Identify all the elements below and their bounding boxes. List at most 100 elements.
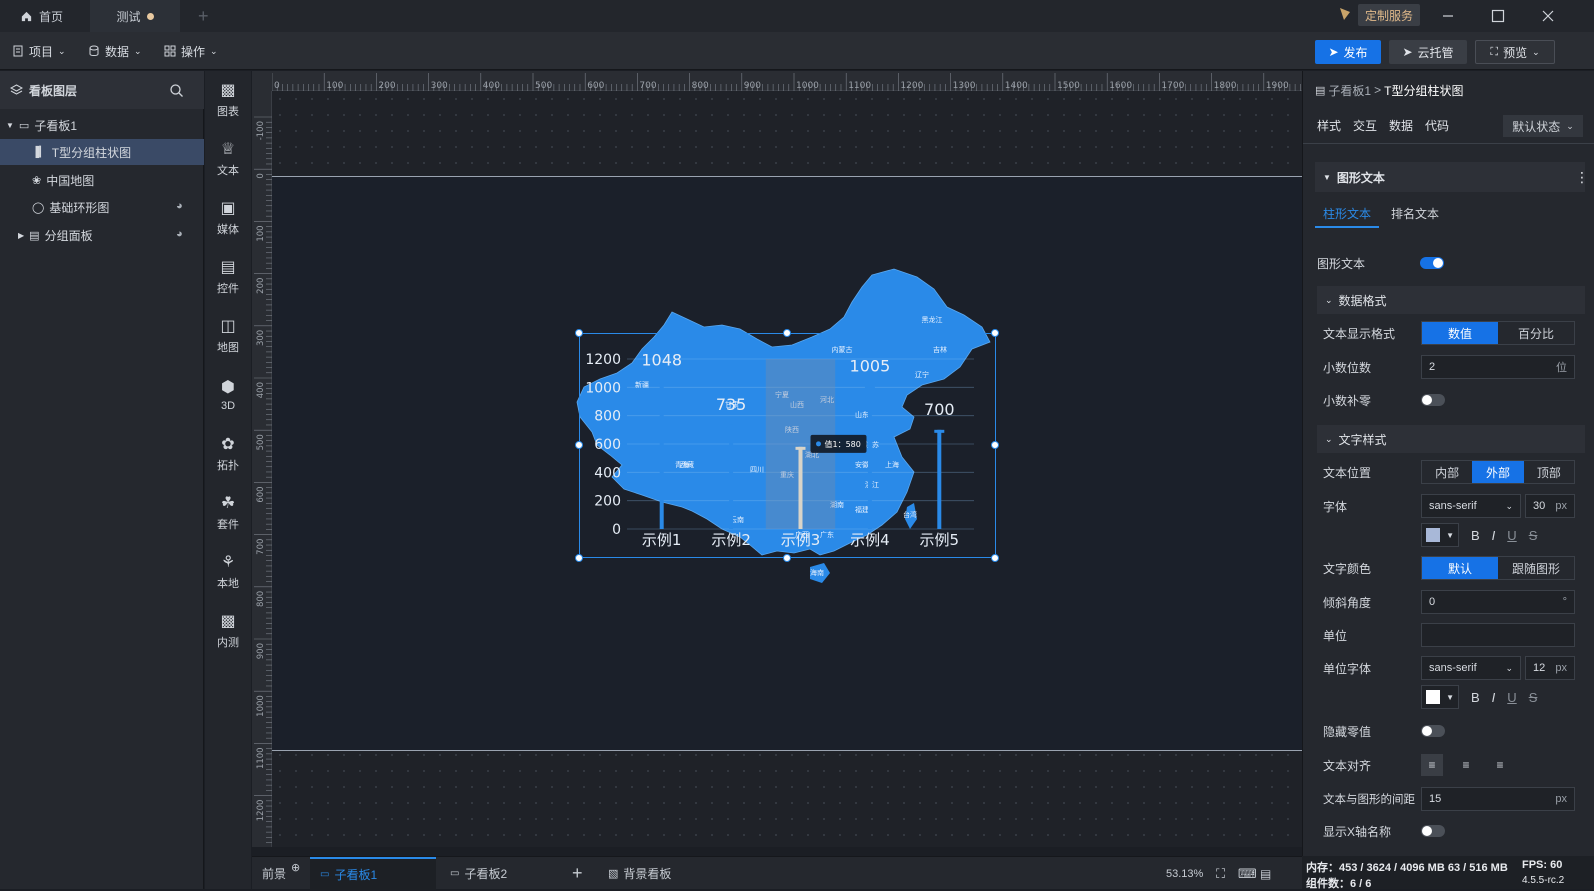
comp-chart[interactable]: ▩ 图表: [205, 71, 251, 127]
underline-button[interactable]: U: [1507, 690, 1516, 705]
comp-beta[interactable]: ▩ 内测: [205, 602, 251, 658]
section-shape-text[interactable]: ▼ 图形文本 ⋮: [1315, 162, 1589, 192]
section-data-format[interactable]: ⌄ 数据格式: [1317, 286, 1585, 314]
menu-operation[interactable]: 操作 ⌄: [164, 32, 218, 70]
font-color-picker[interactable]: ▼: [1421, 523, 1459, 547]
layer-item-china-map[interactable]: ❀ 中国地图: [0, 167, 204, 193]
board-tab-foreground[interactable]: 前景 ⊕: [252, 857, 310, 890]
unit-font-size-input[interactable]: 12 px: [1525, 656, 1575, 680]
bold-button[interactable]: B: [1471, 528, 1480, 543]
subtab-bar-text[interactable]: 柱形文本: [1315, 202, 1380, 228]
sub-board[interactable]: 黑龙江内蒙古吉林辽宁新疆甘肃青海宁夏山西河北山东西藏陕西四川河南重庆湖北安徽江苏…: [272, 176, 1302, 751]
eye-hidden-icon[interactable]: ◕: [176, 228, 183, 240]
decimals-input[interactable]: 2 位: [1421, 355, 1575, 379]
comp-text[interactable]: ♕ 文本: [205, 130, 251, 186]
tab-interaction[interactable]: 交互: [1353, 117, 1377, 134]
bold-button[interactable]: B: [1471, 690, 1480, 705]
search-icon[interactable]: [170, 84, 183, 97]
show-x-toggle[interactable]: [1421, 825, 1445, 837]
unit-font-family-value: sans-serif: [1429, 662, 1477, 674]
comp-map[interactable]: ◫ 地图: [205, 307, 251, 363]
board-tab-label: 前景: [262, 867, 287, 881]
comp-3d[interactable]: ⬢ 3D: [205, 366, 251, 422]
font-size-input[interactable]: 30 px: [1525, 494, 1575, 518]
state-select[interactable]: 默认状态 ⌄: [1503, 115, 1583, 137]
layer-item-ring-chart[interactable]: ◯ 基础环形图 ◕: [0, 194, 204, 220]
board-tab-board1[interactable]: ▭ 子看板1: [310, 857, 436, 890]
eye-hidden-icon[interactable]: ◕: [176, 200, 183, 212]
breadcrumb-parent[interactable]: 子看板1: [1328, 82, 1371, 99]
hide-zero-toggle[interactable]: [1421, 725, 1445, 737]
display-format-segmented[interactable]: 数值 百分比: [1421, 321, 1575, 345]
layer-item-group-panel[interactable]: ▶ ▤ 分组面板 ◕: [0, 222, 204, 248]
ruler-label: 600: [587, 81, 604, 91]
align-left-icon[interactable]: ≡: [1421, 754, 1443, 776]
row-label: 单位: [1323, 628, 1348, 643]
menu-data[interactable]: 数据 ⌄: [88, 32, 142, 70]
tab-data[interactable]: 数据: [1389, 117, 1413, 134]
plus-circle-icon[interactable]: ⊕: [291, 861, 300, 874]
align-right-icon[interactable]: ≡: [1489, 754, 1511, 776]
cloud-button[interactable]: ➤ 云托管: [1389, 40, 1467, 64]
row-label: 文本对齐: [1323, 758, 1372, 773]
add-board-button[interactable]: +: [562, 857, 593, 890]
board-tab-board2[interactable]: ▭ 子看板2: [440, 857, 517, 890]
layer-item-bar-chart[interactable]: ▐▎ T型分组柱状图: [0, 139, 204, 165]
subtab-rank-text[interactable]: 排名文本: [1387, 202, 1443, 228]
more-vertical-icon[interactable]: ⋮: [1575, 169, 1589, 186]
preview-button[interactable]: ⛶ 预览 ⌄: [1475, 40, 1555, 64]
layer-item-board1[interactable]: ▼ ▭ 子看板1: [0, 112, 204, 138]
format-option[interactable]: 数值: [1422, 322, 1498, 344]
format-option[interactable]: 百分比: [1498, 322, 1574, 344]
tab-style[interactable]: 样式: [1317, 117, 1341, 134]
text-position-segmented[interactable]: 内部 外部 顶部: [1421, 460, 1575, 484]
position-option[interactable]: 内部: [1422, 461, 1472, 483]
section-text-style[interactable]: ⌄ 文字样式: [1317, 425, 1585, 453]
minimize-icon[interactable]: [1440, 8, 1456, 24]
italic-button[interactable]: I: [1492, 690, 1496, 705]
menu-project-label: 项目: [29, 44, 54, 59]
align-center-icon[interactable]: ≡: [1455, 754, 1477, 776]
row-hide-zero: 隐藏零值: [1323, 719, 1589, 743]
shape-text-toggle[interactable]: [1420, 257, 1444, 269]
ruler-label: 1100: [256, 747, 266, 769]
spacing-value: 15: [1429, 793, 1442, 805]
color-option[interactable]: 跟随图形: [1498, 557, 1574, 579]
unit-font-family-select[interactable]: sans-serif ⌄: [1421, 656, 1521, 680]
board-tab-background[interactable]: ▧ 背景看板: [598, 857, 681, 890]
zoom-level[interactable]: 53.13%: [1156, 857, 1213, 890]
position-option[interactable]: 顶部: [1524, 461, 1574, 483]
t-bar-chart[interactable]: 0 200 400 600 800 1000 1200 1048 示例1 735 示例2 示例3 100…: [579, 333, 996, 558]
tab-home[interactable]: 首页: [8, 0, 75, 32]
new-tab-button[interactable]: +: [186, 0, 221, 32]
spacing-input[interactable]: 15 px: [1421, 787, 1575, 811]
comp-control[interactable]: ▤ 控件: [205, 248, 251, 304]
comp-local[interactable]: ⚘ 本地: [205, 543, 251, 599]
italic-button[interactable]: I: [1492, 528, 1496, 543]
custom-service-button[interactable]: 定制服务: [1358, 4, 1420, 26]
breadcrumb-separator: >: [1374, 83, 1382, 97]
comp-topology[interactable]: ✿ 拓扑: [205, 425, 251, 481]
terminal-icon[interactable]: ▤: [1250, 857, 1281, 890]
tilt-input[interactable]: 0 °: [1421, 590, 1575, 614]
comp-kit[interactable]: ☘ 套件: [205, 484, 251, 540]
unit-font-color-picker[interactable]: ▼: [1421, 685, 1459, 709]
publish-button[interactable]: ➤ 发布: [1315, 40, 1381, 64]
row-label: 图形文本: [1317, 256, 1366, 271]
tab-code[interactable]: 代码: [1425, 117, 1449, 134]
strikethrough-button[interactable]: S: [1529, 690, 1538, 705]
close-icon[interactable]: [1540, 8, 1556, 24]
underline-button[interactable]: U: [1507, 528, 1516, 543]
text-color-segmented[interactable]: 默认 跟随图形: [1421, 556, 1575, 580]
pad-zero-toggle[interactable]: [1421, 394, 1445, 406]
comp-media[interactable]: ▣ 媒体: [205, 189, 251, 245]
color-option[interactable]: 默认: [1422, 557, 1498, 579]
position-option[interactable]: 外部: [1472, 461, 1524, 483]
tab-current[interactable]: 测试: [90, 0, 180, 32]
font-family-select[interactable]: sans-serif ⌄: [1421, 494, 1521, 518]
maximize-icon[interactable]: [1490, 8, 1506, 24]
strikethrough-button[interactable]: S: [1529, 528, 1538, 543]
row-label: 文本位置: [1323, 465, 1372, 480]
menu-project[interactable]: 项目 ⌄: [12, 32, 66, 70]
unit-input[interactable]: [1421, 623, 1575, 647]
